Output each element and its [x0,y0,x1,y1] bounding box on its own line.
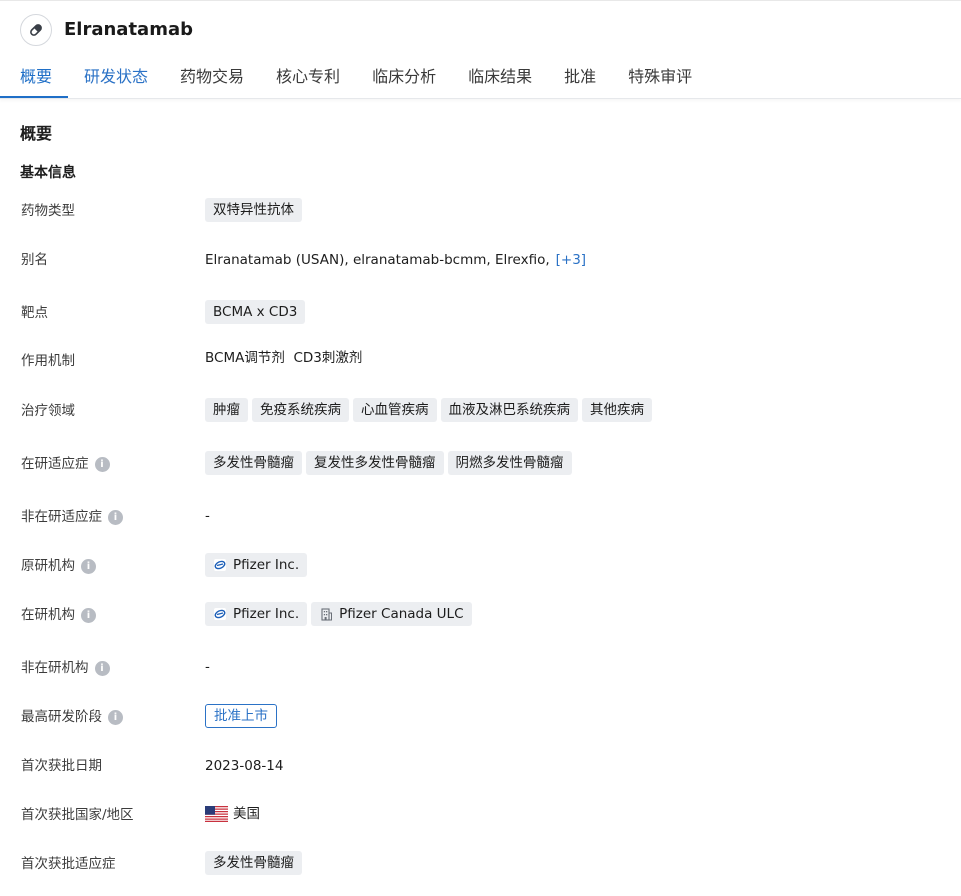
field-label: 首次获批国家/地区 [21,807,134,823]
indication-tag[interactable]: 复发性多发性骨髓瘤 [306,451,444,475]
info-icon[interactable]: i [94,660,110,676]
indication-tag[interactable]: 多发性骨髓瘤 [205,851,302,875]
info-icon[interactable]: i [108,709,123,725]
therapeutic-area-tag[interactable]: 肿瘤 [205,398,248,422]
therapeutic-area-tag[interactable]: 心血管疾病 [353,398,437,422]
tab-clinical-results[interactable]: 临床结果 [452,60,548,98]
field-inactive-indications: 非在研适应症 i - [0,502,961,532]
info-icon[interactable]: i [108,509,123,525]
org-name: Pfizer Inc. [233,606,300,622]
pill-icon [20,14,52,46]
indication-tag[interactable]: 阴燃多发性骨髓瘤 [447,451,572,475]
target-tag[interactable]: BCMA x CD3 [205,300,306,324]
mechanism-item[interactable]: BCMA调节剂 [205,349,285,367]
info-icon[interactable]: i [81,558,96,574]
phase-badge[interactable]: 批准上市 [205,704,277,728]
field-first-approval-country: 首次获批国家/地区 美国 [0,800,961,830]
field-target: 靶点 BCMA x CD3 [0,298,961,328]
field-first-approval-date: 首次获批日期 2023-08-14 [0,751,961,781]
field-first-approval-indication: 首次获批适应症 多发性骨髓瘤 [0,849,961,879]
alias-item: Elrexfio, [494,252,550,268]
approval-country[interactable]: 美国 [233,805,260,823]
indication-tag[interactable]: 多发性骨髓瘤 [205,451,302,475]
alias-item: elranatamab-bcmm, [352,252,491,268]
field-label: 首次获批日期 [21,758,102,774]
tab-core-patents[interactable]: 核心专利 [260,60,356,98]
tab-drug-deals[interactable]: 药物交易 [164,60,260,98]
field-label: 在研机构 [21,607,75,623]
pfizer-logo-icon [213,558,227,572]
field-active-indications: 在研适应症 i 多发性骨髓瘤 复发性多发性骨髓瘤 阴燃多发性骨髓瘤 [0,449,961,479]
basic-info-title: 基本信息 [20,165,76,181]
page-header: Elranatamab 概要 研发状态 药物交易 核心专利 临床分析 临床结果 … [0,0,961,99]
info-icon[interactable]: i [94,456,110,472]
field-active-orgs: 在研机构 i Pfizer Inc. Pfizer Canada ULC [0,600,961,630]
tab-overview[interactable]: 概要 [0,60,69,98]
tab-rd-status[interactable]: 研发状态 [68,60,164,98]
therapeutic-area-tag[interactable]: 免疫系统疾病 [252,398,349,422]
org-tag[interactable]: Pfizer Canada ULC [311,602,472,626]
field-drug-type: 药物类型 双特异性抗体 [0,196,961,226]
field-label: 最高研发阶段 [21,709,102,725]
therapeutic-area-tag[interactable]: 其他疾病 [582,398,652,422]
info-icon[interactable]: i [81,607,96,623]
field-label: 作用机制 [21,353,75,369]
field-label: 靶点 [21,305,48,321]
pfizer-logo-icon [213,607,227,621]
section-title: 概要 [20,124,53,143]
field-label: 首次获批适应症 [21,856,116,872]
field-label: 非在研适应症 [21,509,102,525]
empty-value: - [205,508,210,524]
tab-approval[interactable]: 批准 [548,60,612,98]
field-highest-phase: 最高研发阶段 i 批准上市 [0,702,961,732]
tab-special-review[interactable]: 特殊审评 [612,60,708,98]
tab-bar: 概要 研发状态 药物交易 核心专利 临床分析 临床结果 批准 特殊审评 [0,60,708,98]
field-label: 在研适应症 [21,456,89,472]
org-name: Pfizer Inc. [233,557,300,573]
org-name: Pfizer Canada ULC [339,606,464,622]
therapeutic-area-tag[interactable]: 血液及淋巴系统疾病 [440,398,578,422]
field-mechanism: 作用机制 BCMA调节剂 CD3刺激剂 [0,346,961,376]
org-tag[interactable]: Pfizer Inc. [205,553,308,577]
field-therapeutic-area: 治疗领域 肿瘤 免疫系统疾病 心血管疾病 血液及淋巴系统疾病 其他疾病 [0,396,961,426]
tab-clinical-analysis[interactable]: 临床分析 [356,60,452,98]
drug-name: Elranatamab [64,19,193,40]
org-tag[interactable]: Pfizer Inc. [205,602,308,626]
field-inactive-orgs: 非在研机构 i - [0,653,961,683]
field-label: 非在研机构 [21,660,89,676]
field-originator: 原研机构 i Pfizer Inc. [0,551,961,581]
empty-value: - [205,659,210,675]
drug-type-tag[interactable]: 双特异性抗体 [205,198,302,222]
field-aliases: 别名 Elranatamab (USAN), elranatamab-bcmm,… [0,245,961,275]
field-label: 治疗领域 [21,403,75,419]
field-label: 药物类型 [21,203,75,219]
alias-item: Elranatamab (USAN), [205,252,349,268]
field-label: 别名 [21,252,48,268]
approval-date: 2023-08-14 [205,758,284,774]
us-flag-icon [205,806,228,822]
field-label: 原研机构 [21,558,75,574]
building-icon [319,607,333,621]
show-more-aliases-link[interactable]: [+3] [556,251,586,269]
mechanism-item[interactable]: CD3刺激剂 [293,349,362,367]
